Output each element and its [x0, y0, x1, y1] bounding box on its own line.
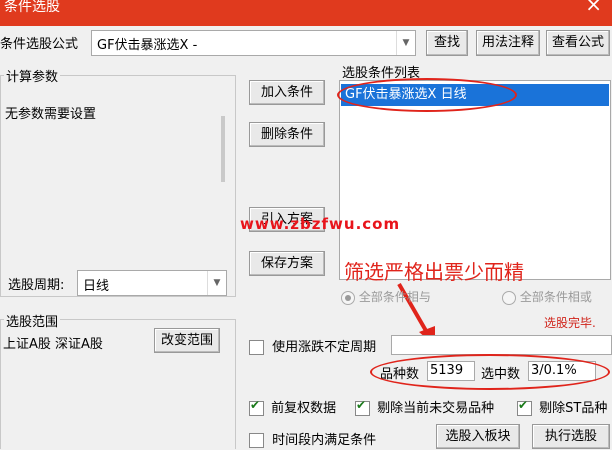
view-formula-button[interactable]: 查看公式 — [546, 30, 610, 56]
range-title: 选股范围 — [4, 311, 61, 330]
condition-list[interactable]: GF伏击暴涨选X 日线 — [339, 80, 611, 280]
radio-icon[interactable] — [502, 290, 516, 305]
params-text: 无参数需要设置 — [5, 107, 97, 122]
forward-rights-option[interactable]: 前复权数据 — [249, 397, 336, 416]
all-and-option[interactable]: 全部条件相与 — [341, 288, 431, 305]
exclude-untraded-label: 剔除当前未交易品种 — [377, 401, 495, 416]
checkbox-icon[interactable] — [517, 398, 532, 416]
highlight-ellipse — [337, 78, 517, 112]
watermark-text: www.zbzfwu.com — [240, 215, 401, 233]
delete-condition-button[interactable]: 删除条件 — [249, 122, 325, 147]
find-button[interactable]: 查找 — [426, 30, 468, 56]
exclude-st-option[interactable]: 剔除ST品种 — [517, 397, 607, 416]
uncertain-period-input[interactable] — [391, 335, 612, 355]
period-label: 选股周期: — [8, 278, 65, 293]
forward-rights-label: 前复权数据 — [271, 401, 337, 416]
stats-highlight-ellipse — [370, 354, 610, 390]
save-plan-button[interactable]: 保存方案 — [249, 251, 325, 276]
usage-button[interactable]: 用法注释 — [476, 30, 540, 56]
params-scrollbar[interactable] — [221, 116, 225, 182]
checkbox-icon[interactable] — [355, 398, 370, 416]
uncertain-period-option[interactable]: 使用涨跌不定周期 — [249, 336, 376, 355]
all-or-option[interactable]: 全部条件相或 — [502, 288, 592, 305]
checkbox-icon[interactable] — [249, 433, 264, 448]
uncertain-period-label: 使用涨跌不定周期 — [272, 340, 377, 355]
checkbox-icon[interactable] — [249, 340, 264, 355]
formula-label: 条件选股公式 — [0, 37, 79, 52]
period-value: 日线 — [83, 279, 110, 294]
close-icon[interactable]: × — [585, 0, 602, 16]
window-title: 条件选股 — [4, 0, 60, 15]
exclude-untraded-option[interactable]: 剔除当前未交易品种 — [355, 397, 494, 416]
range-value: 上证A股 深证A股 — [3, 337, 103, 352]
change-range-button[interactable]: 改变范围 — [154, 328, 220, 353]
checkbox-icon[interactable] — [249, 398, 264, 416]
formula-select[interactable]: GF伏击暴涨选X - ▼ — [91, 30, 416, 56]
add-condition-button[interactable]: 加入条件 — [249, 80, 325, 105]
status-text: 选股完毕. — [544, 316, 596, 330]
execute-button[interactable]: 执行选股 — [532, 424, 610, 449]
title-bar: 条件选股 × — [0, 0, 612, 26]
chevron-down-icon[interactable]: ▼ — [396, 31, 415, 55]
time-range-option[interactable]: 时间段内满足条件 — [249, 429, 376, 448]
params-title: 计算参数 — [4, 66, 61, 85]
all-and-label: 全部条件相与 — [358, 290, 431, 304]
time-range-label: 时间段内满足条件 — [272, 433, 377, 448]
exclude-st-label: 剔除ST品种 — [539, 401, 608, 416]
to-block-button[interactable]: 选股入板块 — [436, 424, 520, 449]
all-or-label: 全部条件相或 — [519, 290, 592, 304]
chevron-down-icon[interactable]: ▼ — [207, 271, 226, 295]
formula-value: GF伏击暴涨选X - — [97, 38, 198, 53]
period-select[interactable]: 日线 ▼ — [77, 270, 227, 296]
radio-icon[interactable] — [341, 290, 355, 305]
